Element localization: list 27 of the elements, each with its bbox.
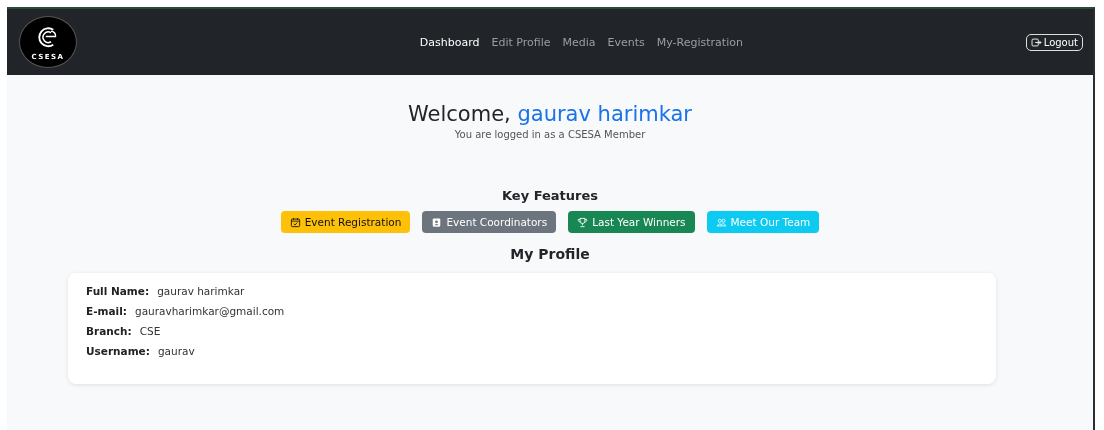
- field-label: E-mail:: [86, 305, 127, 317]
- section-heading: Key Features: [501, 188, 598, 203]
- feature-button[interactable]: Last Year Winners: [568, 211, 695, 233]
- nav-link[interactable]: Events: [607, 35, 645, 49]
- feature-button[interactable]: Event Coordinators: [422, 211, 557, 233]
- trophy-icon: [577, 216, 589, 228]
- field-label: Full Name:: [86, 285, 150, 297]
- nav-link[interactable]: My-Registration: [656, 35, 743, 49]
- field-value: CSE: [139, 325, 161, 337]
- role-subtitle: You are logged in as a CSESA Member: [454, 129, 646, 140]
- people-icon: [715, 216, 727, 228]
- feature-button[interactable]: Event Registration: [280, 211, 411, 233]
- field-value: gaurav: [157, 345, 195, 357]
- user-name: gaurav harimkar: [517, 102, 692, 126]
- field-label: Branch:: [86, 325, 132, 337]
- field-value: gaurav harimkar: [157, 285, 245, 297]
- nav-link[interactable]: Media: [562, 35, 596, 49]
- field-label: Username:: [86, 345, 150, 357]
- logout-button[interactable]: Logout: [1025, 33, 1083, 51]
- nav-link[interactable]: Dashboard: [419, 35, 480, 49]
- section-heading: My Profile: [510, 246, 590, 262]
- nav-link[interactable]: Edit Profile: [491, 35, 551, 49]
- logout-icon: [1030, 36, 1042, 48]
- field-value: gauravharimkar@gmail.com: [134, 305, 285, 317]
- calendar-icon: [289, 216, 301, 228]
- welcome-heading: Welcome,: [408, 102, 511, 126]
- id-badge-icon: [431, 216, 443, 228]
